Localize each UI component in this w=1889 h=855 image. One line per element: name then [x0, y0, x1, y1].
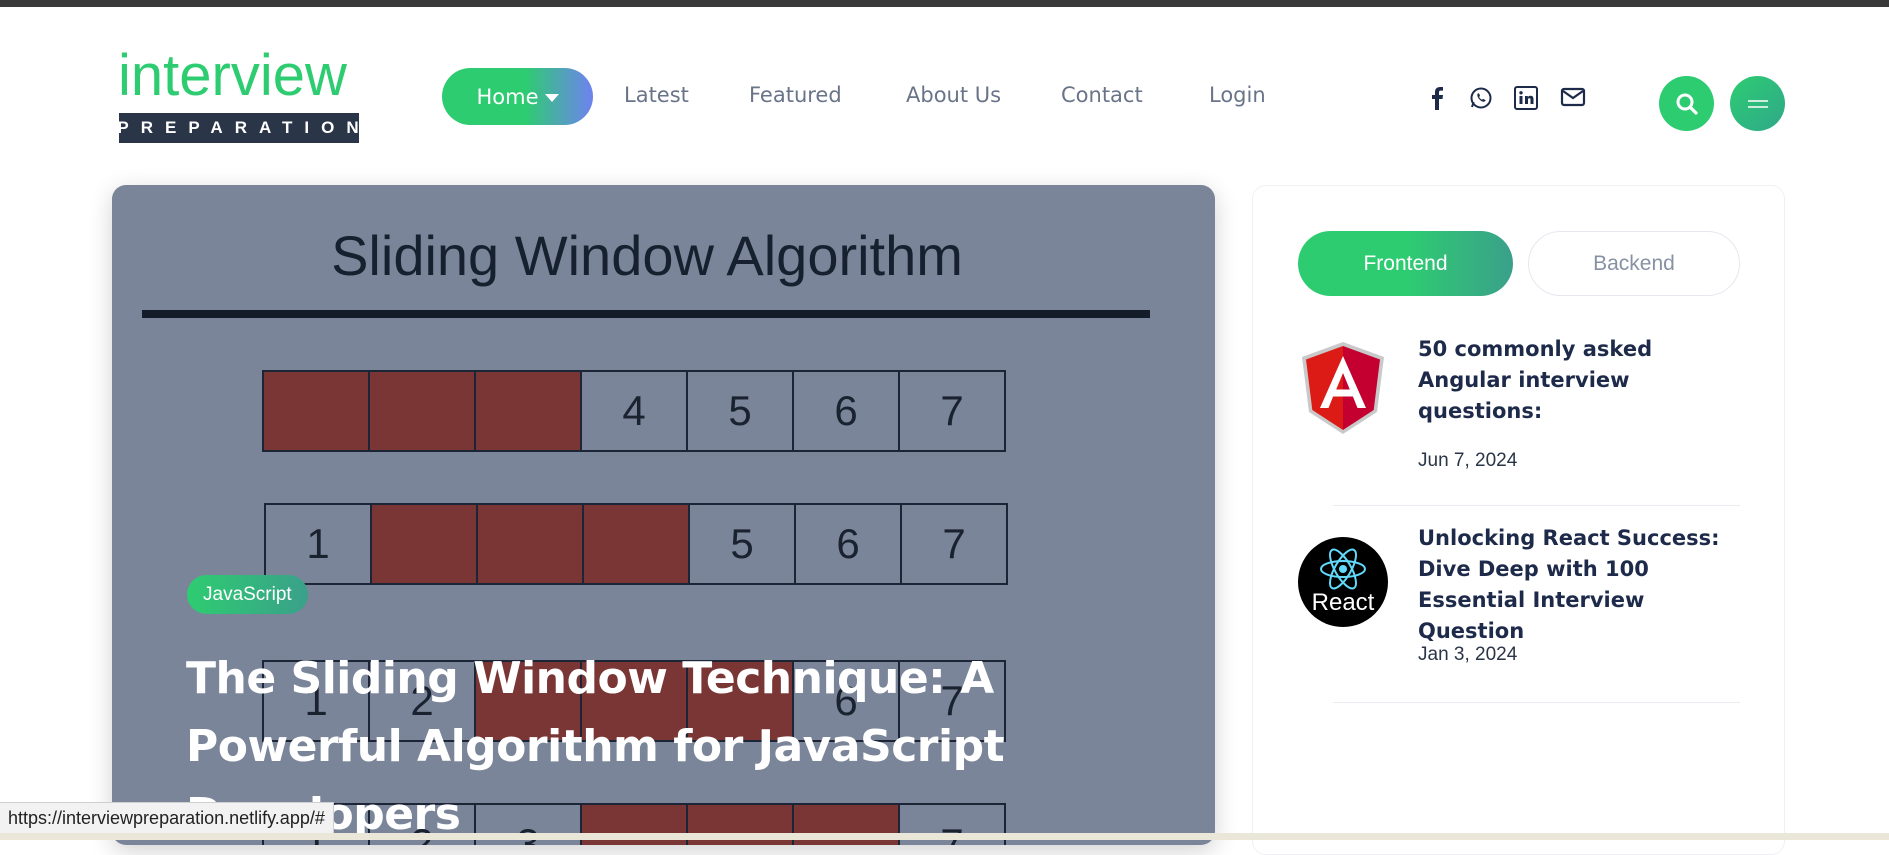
site-header: interview PREPARATION Home Latest Featur… [0, 7, 1889, 177]
nav-latest[interactable]: Latest [624, 83, 689, 107]
logo-main-text: interview [118, 43, 347, 108]
react-logo-icon: React [1298, 537, 1388, 627]
react-logo-label: React [1311, 589, 1375, 616]
facebook-icon[interactable] [1430, 86, 1444, 110]
window-cell [368, 370, 476, 452]
nav-login[interactable]: Login [1209, 83, 1266, 107]
divider [1333, 702, 1740, 703]
nav-home-label: Home [476, 84, 539, 109]
divider [1333, 505, 1740, 506]
logo-sub-text: PREPARATION [117, 113, 359, 143]
window-cell: 7 [900, 503, 1008, 585]
browser-top-border [0, 0, 1889, 7]
window-cell: 1 [264, 503, 372, 585]
mail-icon[interactable] [1560, 86, 1586, 108]
list-item[interactable]: 50 commonly asked Angular interview ques… [1298, 337, 1740, 490]
category-tag[interactable]: JavaScript [187, 575, 308, 614]
window-cell: 5 [688, 503, 796, 585]
image-divider [142, 310, 1150, 318]
search-icon [1676, 93, 1698, 115]
list-item[interactable]: React Unlocking React Success: Dive Deep… [1298, 526, 1740, 687]
sidebar-panel: Frontend Backend 50 commonly asked Angul… [1252, 185, 1785, 855]
nav-about-us[interactable]: About Us [906, 83, 1001, 107]
tab-frontend[interactable]: Frontend [1298, 231, 1513, 296]
window-cell: 4 [580, 370, 688, 452]
nav-home-button[interactable]: Home [442, 68, 593, 125]
window-cell: 6 [792, 370, 900, 452]
caret-down-icon [544, 93, 559, 102]
window-cell: 6 [794, 503, 902, 585]
window-cell: 7 [898, 370, 1006, 452]
window-cell [262, 370, 370, 452]
window-cell [474, 370, 582, 452]
post-date: Jan 3, 2024 [1418, 644, 1518, 665]
whatsapp-icon[interactable] [1469, 86, 1493, 110]
linkedin-icon[interactable] [1514, 86, 1538, 110]
window-cell [476, 503, 584, 585]
status-bar-url: https://interviewpreparation.netlify.app… [0, 802, 334, 834]
window-cell: 5 [686, 370, 794, 452]
menu-button[interactable] [1730, 76, 1785, 131]
angular-logo-icon [1298, 340, 1388, 434]
image-heading: Sliding Window Algorithm [331, 224, 963, 287]
site-logo[interactable]: interview PREPARATION [117, 43, 359, 143]
post-title[interactable]: Unlocking React Success: Dive Deep with … [1418, 523, 1748, 647]
tab-backend[interactable]: Backend [1528, 231, 1740, 296]
post-title[interactable]: 50 commonly asked Angular interview ques… [1418, 334, 1748, 427]
nav-contact[interactable]: Contact [1061, 83, 1143, 107]
search-button[interactable] [1659, 76, 1714, 131]
bottom-strip [0, 833, 1889, 840]
window-cell [582, 503, 690, 585]
featured-post-card[interactable]: Sliding Window Algorithm 456715671267123… [112, 185, 1215, 845]
window-cell [370, 503, 478, 585]
nav-featured[interactable]: Featured [749, 83, 842, 107]
post-date: Jun 7, 2024 [1418, 450, 1518, 471]
hamburger-icon [1747, 99, 1768, 108]
